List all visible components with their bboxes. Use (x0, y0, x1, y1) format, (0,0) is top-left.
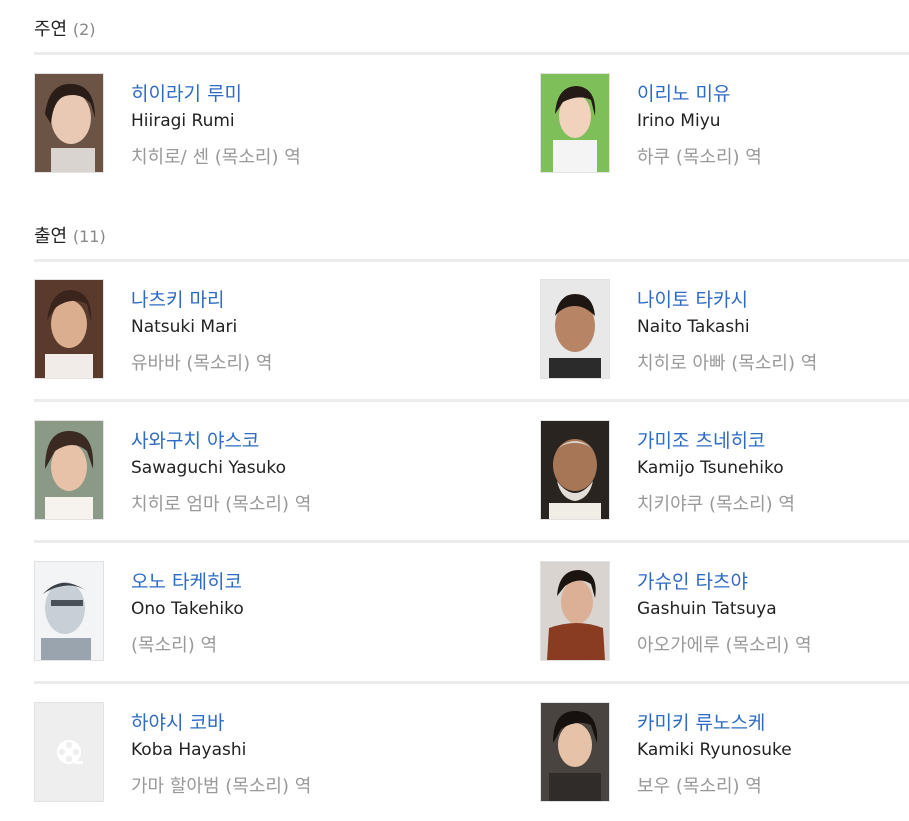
actor-photo[interactable] (34, 561, 104, 661)
film-reel-placeholder-icon (35, 703, 103, 801)
cast-card: 나츠키 마리 Natsuki Mari 유바바 (목소리) 역 (34, 279, 474, 380)
actor-name-korean[interactable]: 가미조 츠네히코 (637, 429, 765, 453)
actor-name-english: Kamiki Ryunosuke (637, 740, 792, 760)
actor-name-english: Kamijo Tsunehiko (637, 458, 784, 478)
actor-name-english: Sawaguchi Yasuko (131, 458, 287, 478)
actor-name-korean[interactable]: 이리노 미유 (637, 82, 730, 106)
section-title-cast: 출연 (11) (34, 226, 909, 248)
cast-card: 가미조 츠네히코 Kamijo Tsunehiko 치키야쿠 (목소리) 역 (540, 420, 909, 521)
actor-name-english: Irino Miyu (637, 111, 721, 131)
row-divider (34, 540, 909, 543)
actor-role: 치히로/ 센 (목소리) 역 (131, 147, 301, 168)
cast-card: 사와구치 야스코 Sawaguchi Yasuko 치히로 엄마 (목소리) 역 (34, 420, 474, 521)
cast-card: 나이토 타카시 Naito Takashi 치히로 아빠 (목소리) 역 (540, 279, 909, 380)
actor-photo[interactable] (34, 279, 104, 379)
actor-role: 치키야쿠 (목소리) 역 (637, 494, 795, 515)
cast-card: 하야시 코바 Koba Hayashi 가마 할아범 (목소리) 역 (34, 702, 474, 803)
cast-card: 카미키 류노스케 Kamiki Ryunosuke 보우 (목소리) 역 (540, 702, 909, 803)
section-title-lead: 주연 (2) (34, 19, 909, 41)
section-count: (2) (72, 20, 96, 39)
actor-name-korean[interactable]: 나츠키 마리 (131, 288, 224, 312)
cast-row: 오노 타케히코 Ono Takehiko (목소리) 역 가슈인 타츠야 Gas… (34, 561, 909, 662)
actor-role: 아오가에루 (목소리) 역 (637, 635, 812, 656)
actor-role: 하쿠 (목소리) 역 (637, 147, 762, 168)
row-divider (34, 681, 909, 684)
supporting-cast-section: 출연 (11) 나츠키 마리 Natsuki Mari 유바바 (목소리) 역 (34, 226, 909, 802)
lead-cast-section: 주연 (2) 히이라기 루미 Hiiragi Rumi 치히로/ 센 (목소리)… (34, 19, 909, 173)
section-divider (34, 259, 909, 262)
actor-photo[interactable] (540, 279, 610, 379)
actor-name-korean[interactable]: 가슈인 타츠야 (637, 570, 748, 594)
cast-card: 가슈인 타츠야 Gashuin Tatsuya 아오가에루 (목소리) 역 (540, 561, 909, 662)
actor-name-korean[interactable]: 사와구치 야스코 (131, 429, 259, 453)
cast-row: 하야시 코바 Koba Hayashi 가마 할아범 (목소리) 역 카미키 류… (34, 702, 909, 803)
cast-card: 히이라기 루미 Hiiragi Rumi 치히로/ 센 (목소리) 역 (34, 73, 474, 174)
actor-photo[interactable] (34, 420, 104, 520)
actor-photo[interactable] (540, 702, 610, 802)
actor-photo[interactable] (540, 73, 610, 173)
cast-row: 나츠키 마리 Natsuki Mari 유바바 (목소리) 역 나이토 타카시 … (34, 279, 909, 380)
actor-role: 치히로 아빠 (목소리) 역 (637, 353, 818, 374)
actor-role: 보우 (목소리) 역 (637, 776, 762, 797)
actor-photo[interactable] (540, 420, 610, 520)
actor-name-english: Naito Takashi (637, 317, 750, 337)
actor-name-english: Natsuki Mari (131, 317, 238, 337)
actor-name-korean[interactable]: 나이토 타카시 (637, 288, 748, 312)
actor-name-korean[interactable]: 오노 타케히코 (131, 570, 242, 594)
actor-role: 유바바 (목소리) 역 (131, 353, 273, 374)
cast-card: 이리노 미유 Irino Miyu 하쿠 (목소리) 역 (540, 73, 909, 174)
cast-row: 히이라기 루미 Hiiragi Rumi 치히로/ 센 (목소리) 역 이리노 … (34, 73, 909, 174)
actor-name-english: Ono Takehiko (131, 599, 244, 619)
actor-name-english: Koba Hayashi (131, 740, 247, 760)
cast-row: 사와구치 야스코 Sawaguchi Yasuko 치히로 엄마 (목소리) 역… (34, 420, 909, 521)
actor-photo[interactable] (34, 702, 104, 802)
section-count: (11) (72, 227, 106, 246)
actor-name-korean[interactable]: 카미키 류노스케 (637, 711, 765, 735)
actor-role: 가마 할아범 (목소리) 역 (131, 776, 312, 797)
actor-photo[interactable] (540, 561, 610, 661)
actor-role: (목소리) 역 (131, 635, 218, 656)
actor-role: 치히로 엄마 (목소리) 역 (131, 494, 312, 515)
actor-name-korean[interactable]: 히이라기 루미 (131, 82, 242, 106)
section-divider (34, 52, 909, 55)
actor-photo[interactable] (34, 73, 104, 173)
section-title-text: 출연 (34, 226, 68, 247)
section-title-text: 주연 (34, 19, 68, 40)
actor-name-english: Hiiragi Rumi (131, 111, 235, 131)
actor-name-english: Gashuin Tatsuya (637, 599, 777, 619)
row-divider (34, 399, 909, 402)
cast-card: 오노 타케히코 Ono Takehiko (목소리) 역 (34, 561, 474, 662)
actor-name-korean[interactable]: 하야시 코바 (131, 711, 224, 735)
